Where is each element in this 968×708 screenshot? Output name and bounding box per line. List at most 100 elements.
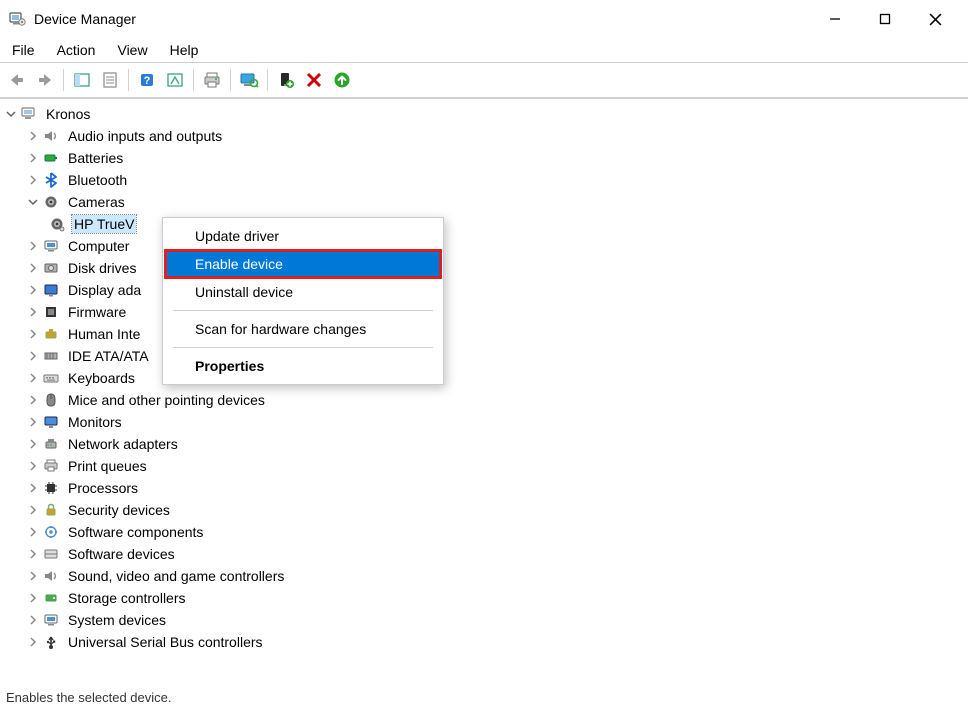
tree-category[interactable]: Firmware [0,301,968,323]
scan-hardware-button[interactable] [236,67,262,93]
chevron-right-icon[interactable] [26,459,40,473]
menu-action[interactable]: Action [53,40,100,60]
close-button[interactable] [910,2,960,36]
tree-category-label: Display ada [66,281,143,299]
chevron-right-icon[interactable] [26,481,40,495]
menu-view[interactable]: View [113,40,151,60]
chevron-right-icon[interactable] [26,635,40,649]
tree-category[interactable]: Mice and other pointing devices [0,389,968,411]
ctx-item-label: Properties [195,358,264,374]
tree-root[interactable]: Kronos [0,103,968,125]
update-driver-button[interactable] [329,67,355,93]
sound-icon [42,567,60,585]
back-button[interactable] [4,67,30,93]
window-title: Device Manager [34,11,810,27]
tree-category-label: Bluetooth [66,171,129,189]
chevron-right-icon[interactable] [26,393,40,407]
chevron-right-icon[interactable] [26,151,40,165]
enable-device-button[interactable] [273,67,299,93]
chevron-right-icon[interactable] [26,129,40,143]
tree-category-label: Audio inputs and outputs [66,127,224,145]
ctx-scan-hardware[interactable]: Scan for hardware changes [165,315,441,343]
maximize-button[interactable] [860,2,910,36]
tree-category[interactable]: Disk drives [0,257,968,279]
chevron-down-icon[interactable] [26,195,40,209]
tree-category[interactable]: Software components [0,521,968,543]
ctx-separator [173,310,433,311]
minimize-button[interactable] [810,2,860,36]
chevron-right-icon[interactable] [26,591,40,605]
tree-category[interactable]: Software devices [0,543,968,565]
svg-text:?: ? [144,75,151,87]
chevron-right-icon[interactable] [26,349,40,363]
print-button[interactable] [199,67,225,93]
bluetooth-icon [42,171,60,189]
hid-icon [42,325,60,343]
device-manager-icon [8,10,26,28]
properties-button[interactable] [97,67,123,93]
help-button[interactable]: ? [134,67,160,93]
ctx-update-driver[interactable]: Update driver [165,222,441,250]
chevron-right-icon[interactable] [26,547,40,561]
ctx-item-label: Scan for hardware changes [195,321,366,337]
tree-category[interactable]: Processors [0,477,968,499]
tree-category-label: Network adapters [66,435,180,453]
tree-category[interactable]: Network adapters [0,433,968,455]
chevron-right-icon[interactable] [26,261,40,275]
tree-device-hp-truevision[interactable]: HP TrueV [0,213,968,235]
context-menu: Update driver Enable device Uninstall de… [162,217,444,385]
chevron-right-icon[interactable] [26,173,40,187]
tree-category-label: Processors [66,479,140,497]
ctx-item-label: Uninstall device [195,284,293,300]
tree-category[interactable]: Security devices [0,499,968,521]
chevron-right-icon[interactable] [26,569,40,583]
software-icon [42,523,60,541]
tree-category[interactable]: Batteries [0,147,968,169]
device-tree[interactable]: Kronos Audio inputs and outputs Batterie… [0,98,968,686]
chevron-right-icon[interactable] [26,437,40,451]
tree-category[interactable]: IDE ATA/ATA [0,345,968,367]
tree-category[interactable]: Print queues [0,455,968,477]
tree-category[interactable]: Storage controllers [0,587,968,609]
tree-category[interactable]: Audio inputs and outputs [0,125,968,147]
tree-category-label: IDE ATA/ATA [66,347,151,365]
tree-category[interactable]: Computer [0,235,968,257]
chevron-right-icon[interactable] [26,415,40,429]
chevron-right-icon[interactable] [26,327,40,341]
tree-category-label: Sound, video and game controllers [66,567,286,585]
tree-category-label: Mice and other pointing devices [66,391,267,409]
tree-category-cameras[interactable]: Cameras [0,191,968,213]
chevron-right-icon[interactable] [26,371,40,385]
toolbar-separator [193,69,194,91]
ctx-item-label: Enable device [195,256,283,272]
ctx-enable-device[interactable]: Enable device [165,250,441,278]
tree-category[interactable]: Human Inte [0,323,968,345]
chevron-right-icon[interactable] [26,613,40,627]
tree-category[interactable]: Monitors [0,411,968,433]
chevron-right-icon[interactable] [26,503,40,517]
ctx-separator [173,347,433,348]
chevron-down-icon[interactable] [4,107,18,121]
chevron-right-icon[interactable] [26,283,40,297]
ctx-properties[interactable]: Properties [165,352,441,380]
tree-device-label: HP TrueV [72,215,136,233]
uninstall-device-button[interactable] [301,67,327,93]
tree-category[interactable]: Sound, video and game controllers [0,565,968,587]
show-hide-tree-button[interactable] [69,67,95,93]
chevron-right-icon[interactable] [26,525,40,539]
tree-category[interactable]: Universal Serial Bus controllers [0,631,968,653]
tree-category-label: Batteries [66,149,125,167]
tree-category[interactable]: Keyboards [0,367,968,389]
tree-category[interactable]: System devices [0,609,968,631]
window-controls [810,2,960,36]
tree-category[interactable]: Display ada [0,279,968,301]
menu-help[interactable]: Help [166,40,203,60]
tree-category-label: System devices [66,611,168,629]
chevron-right-icon[interactable] [26,305,40,319]
menu-file[interactable]: File [8,40,39,60]
chevron-right-icon[interactable] [26,239,40,253]
forward-button[interactable] [32,67,58,93]
tree-category[interactable]: Bluetooth [0,169,968,191]
ctx-uninstall-device[interactable]: Uninstall device [165,278,441,306]
action-button[interactable] [162,67,188,93]
